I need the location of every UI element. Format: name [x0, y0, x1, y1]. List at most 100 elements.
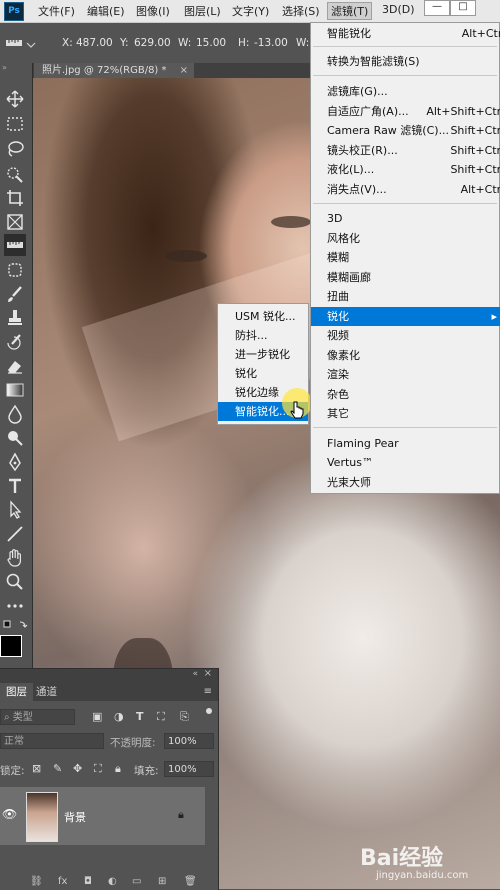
menu-file[interactable]: 文件(F): [38, 3, 75, 19]
menu-edit[interactable]: 编辑(E): [87, 3, 125, 19]
delete-layer-icon[interactable]: 🗑︎: [184, 876, 197, 887]
link-layers-icon[interactable]: ⛓: [30, 876, 43, 887]
collapse-panel-icon[interactable]: «: [192, 669, 198, 679]
h-value[interactable]: -13.00: [254, 37, 288, 49]
pixel-layer-filter-icon[interactable]: ▣: [92, 710, 102, 723]
menu-item-distort[interactable]: 扭曲: [311, 287, 500, 306]
menu-item-pixelate[interactable]: 像素化: [311, 346, 500, 365]
fill-input[interactable]: 100%: [164, 761, 214, 777]
dodge-tool-icon[interactable]: [4, 427, 26, 449]
lock-artboard-icon[interactable]: ⛶: [94, 762, 102, 776]
ruler-tool-active-icon[interactable]: [4, 234, 26, 256]
minimize-button[interactable]: —: [424, 0, 450, 16]
menu-item-usm-sharpen[interactable]: USM 锐化...: [218, 307, 308, 326]
lock-all-icon[interactable]: 🔒︎: [115, 762, 121, 776]
menu-item-3d[interactable]: 3D: [311, 209, 500, 228]
menu-item-adaptive-wide-angle[interactable]: 自适应广角(A)... Alt+Shift+Ctrl+A: [311, 102, 500, 121]
menu-3d[interactable]: 3D(D): [382, 3, 415, 16]
tab-channels[interactable]: 通道: [30, 683, 63, 701]
menu-item-liquify[interactable]: 液化(L)... Shift+Ctrl+X: [311, 160, 500, 179]
w-value[interactable]: 15.00: [196, 37, 226, 49]
type-layer-filter-icon[interactable]: T: [136, 710, 144, 723]
adjustment-layer-icon[interactable]: ◐: [108, 876, 117, 887]
menu-item-vertus[interactable]: Vertus™: [311, 453, 500, 472]
eraser-tool-icon[interactable]: [4, 355, 26, 377]
layer-name[interactable]: 背景: [64, 809, 86, 825]
layer-row-background[interactable]: 👁︎ 背景 🔒︎: [0, 787, 205, 845]
menu-item-flaming-pear[interactable]: Flaming Pear: [311, 434, 500, 453]
opacity-input[interactable]: 100%: [164, 733, 214, 749]
brush-tool-icon[interactable]: [4, 283, 26, 305]
menu-item-light-master[interactable]: 光束大师: [311, 473, 500, 492]
menu-item-other[interactable]: 其它: [311, 404, 500, 423]
menu-item-render[interactable]: 渲染: [311, 365, 500, 384]
lock-position-icon[interactable]: ✥: [73, 762, 82, 775]
ruler-tool-icon[interactable]: [6, 37, 22, 49]
pen-tool-icon[interactable]: [4, 451, 26, 473]
new-layer-icon[interactable]: ⊞: [158, 876, 166, 887]
menu-type[interactable]: 文字(Y): [232, 3, 269, 19]
close-tab-button[interactable]: ×: [180, 63, 188, 78]
type-tool-icon[interactable]: [4, 475, 26, 497]
foreground-color-swatch[interactable]: [0, 635, 22, 657]
menu-item-vanishing-point[interactable]: 消失点(V)... Alt+Ctrl+V: [311, 180, 500, 199]
more-tools-icon[interactable]: [4, 595, 26, 617]
adjustment-layer-filter-icon[interactable]: ◑: [114, 710, 124, 723]
line-tool-icon[interactable]: [4, 523, 26, 545]
y-value[interactable]: 629.00: [134, 37, 171, 49]
close-panel-icon[interactable]: ×: [204, 668, 212, 679]
menu-item-noise[interactable]: 杂色: [311, 385, 500, 404]
zoom-tool-icon[interactable]: [4, 571, 26, 593]
tab-layers[interactable]: 图层: [0, 683, 33, 701]
x-value[interactable]: 487.00: [76, 37, 113, 49]
swap-colors-icon[interactable]: [2, 619, 30, 631]
menu-item-video[interactable]: 视频: [311, 326, 500, 345]
menu-item-camera-raw[interactable]: Camera Raw 滤镜(C)...Shift+Ctrl+A: [311, 121, 500, 140]
new-group-icon[interactable]: ▭: [132, 876, 141, 887]
quick-select-tool-icon[interactable]: [4, 163, 26, 185]
menu-select[interactable]: 选择(S): [282, 3, 320, 19]
crop-tool-icon[interactable]: [4, 187, 26, 209]
stamp-tool-icon[interactable]: [4, 307, 26, 329]
document-tab[interactable]: 照片.jpg @ 72%(RGB/8) * ×: [34, 63, 194, 78]
filter-toggle-icon[interactable]: [206, 708, 212, 714]
menu-item-convert-smart-filter[interactable]: 转换为智能滤镜(S): [311, 52, 500, 71]
menu-image[interactable]: 图像(I): [136, 3, 170, 19]
history-brush-tool-icon[interactable]: [4, 331, 26, 353]
menu-item-sharpen[interactable]: 锐化: [218, 364, 308, 383]
menu-item-stylize[interactable]: 风格化: [311, 229, 500, 248]
chevron-down-icon[interactable]: [26, 39, 36, 48]
menu-item-last-filter[interactable]: 智能锐化 Alt+Ctrl+F: [311, 24, 500, 43]
menu-item-blur-gallery[interactable]: 模糊画廊: [311, 268, 500, 287]
smart-object-filter-icon[interactable]: ⎘: [180, 710, 189, 724]
path-select-tool-icon[interactable]: [4, 499, 26, 521]
add-mask-icon[interactable]: ◘: [84, 876, 92, 887]
lock-pixels-icon[interactable]: ✎: [53, 762, 62, 775]
toolbar-grip[interactable]: »: [2, 64, 28, 72]
menu-item-shake-reduction[interactable]: 防抖...: [218, 326, 308, 345]
healing-brush-tool-icon[interactable]: [4, 259, 26, 281]
submenu-arrow-icon: ▸: [491, 310, 497, 323]
layer-kind-filter[interactable]: ⌕ 类型: [0, 709, 75, 725]
eye-visibility-icon[interactable]: 👁︎: [2, 807, 17, 821]
blur-tool-icon[interactable]: [4, 403, 26, 425]
menu-item-blur[interactable]: 模糊: [311, 248, 500, 267]
menu-item-filter-gallery[interactable]: 滤镜库(G)...: [311, 82, 500, 101]
lasso-tool-icon[interactable]: [4, 138, 26, 160]
marquee-tool-icon[interactable]: [4, 113, 26, 135]
maximize-button[interactable]: □: [450, 0, 476, 16]
frame-tool-icon[interactable]: [4, 211, 26, 233]
layer-style-icon[interactable]: fx: [58, 876, 67, 887]
lock-transparent-icon[interactable]: ⊠: [32, 762, 41, 775]
hand-tool-icon[interactable]: [4, 547, 26, 569]
move-tool-icon[interactable]: [4, 88, 26, 110]
menu-item-sharpen-group[interactable]: 锐化 ▸: [311, 307, 500, 326]
menu-layer[interactable]: 图层(L): [184, 3, 221, 19]
shape-layer-filter-icon[interactable]: ⛶: [157, 710, 165, 724]
menu-item-lens-correction[interactable]: 镜头校正(R)... Shift+Ctrl+R: [311, 141, 500, 160]
blend-mode-select[interactable]: 正常: [0, 733, 104, 749]
gradient-tool-icon[interactable]: [4, 379, 26, 401]
menu-item-sharpen-more[interactable]: 进一步锐化: [218, 345, 308, 364]
menu-filter[interactable]: 滤镜(T): [327, 2, 373, 20]
panel-menu-icon[interactable]: ≡: [204, 686, 212, 697]
